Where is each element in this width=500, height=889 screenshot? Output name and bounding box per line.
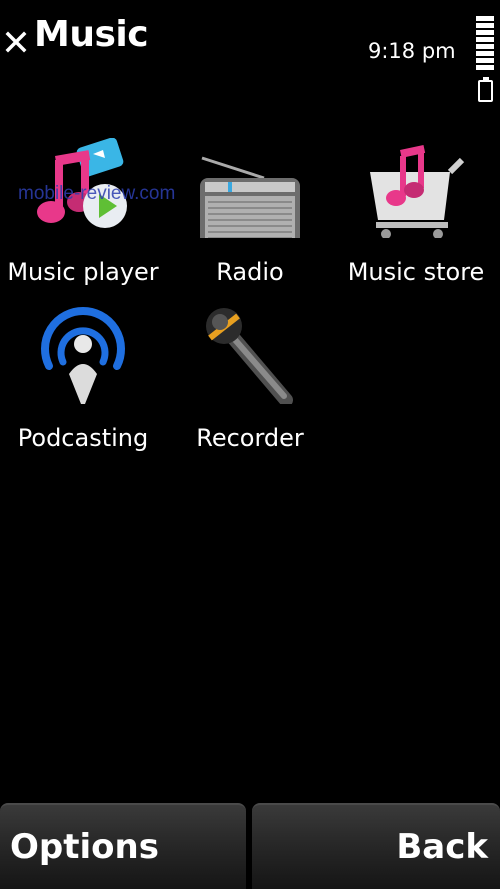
recorder-icon [200,304,300,407]
app-label: Recorder [196,424,304,452]
music-store-icon [366,138,466,239]
app-label: Music player [7,258,159,286]
music-player-icon [33,137,133,238]
signal-bars-icon [476,16,496,74]
battery-icon [478,77,493,102]
radio-icon [200,138,300,250]
status-bar: Music 9:18 pm [0,0,500,110]
app-radio[interactable]: Radio [167,128,333,294]
back-button[interactable]: Back [252,803,500,889]
app-label: Radio [216,258,284,286]
podcasting-icon [33,304,133,404]
app-label: Music store [347,258,485,286]
app-recorder[interactable]: Recorder [167,294,333,460]
app-music-player[interactable]: Music player [0,128,166,294]
clock: 9:18 pm [368,39,456,63]
app-podcasting[interactable]: Podcasting [0,294,166,460]
app-music-store[interactable]: Music store [333,128,499,294]
close-icon[interactable] [2,26,32,56]
app-label: Podcasting [17,424,149,452]
page-title: Music [34,14,149,55]
options-button[interactable]: Options [0,803,246,889]
softkey-bar: Options Back [0,803,500,889]
